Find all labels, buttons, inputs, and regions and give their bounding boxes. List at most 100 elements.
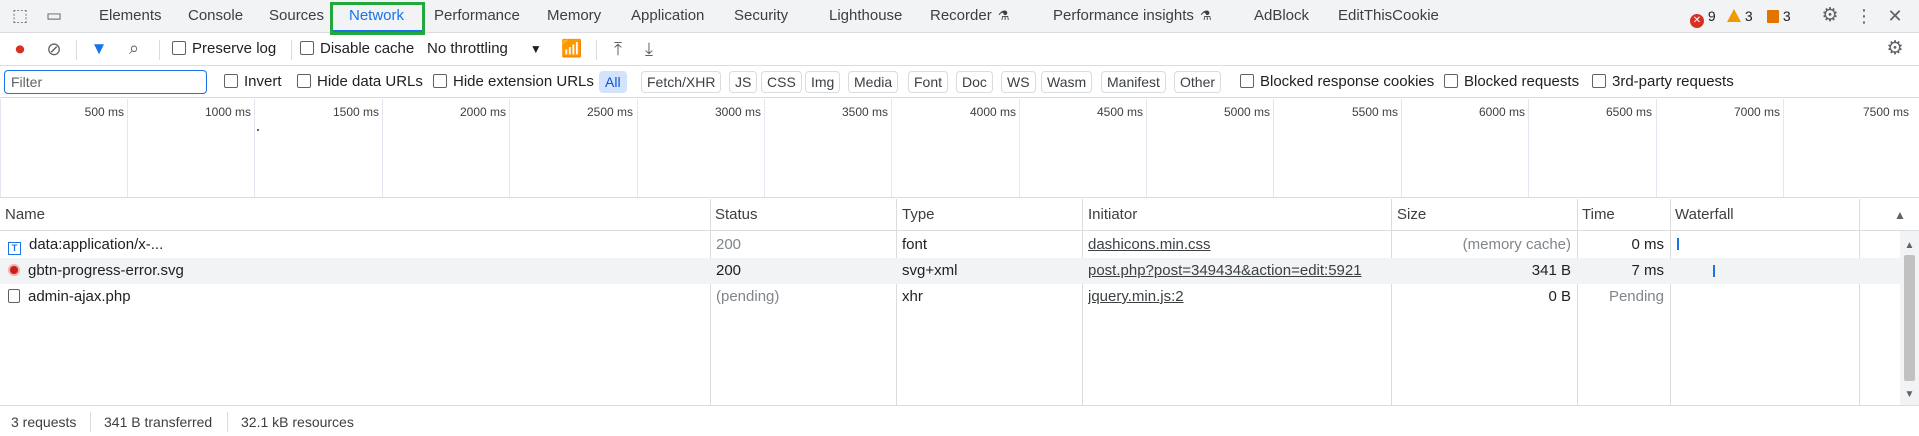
network-overview[interactable]: 500 ms 1000 ms 1500 ms 2000 ms 2500 ms 3… xyxy=(0,99,1919,198)
network-conditions-icon[interactable]: 📶 xyxy=(561,39,583,59)
export-har-icon[interactable]: ⤓ xyxy=(639,39,659,59)
chip-wasm[interactable]: Wasm xyxy=(1041,71,1093,93)
table-row[interactable]: gbtn-progress-error.svg 200 svg+xml post… xyxy=(0,258,1900,284)
header-status[interactable]: Status xyxy=(710,199,758,231)
overview-request-mark xyxy=(257,129,259,131)
throttling-value: No throttling xyxy=(427,40,508,57)
table-row[interactable]: admin-ajax.php (pending) xhr jquery.min.… xyxy=(0,284,1900,310)
chip-doc[interactable]: Doc xyxy=(956,71,993,93)
blocked-response-cookies-checkbox[interactable]: Blocked response cookies xyxy=(1240,73,1434,91)
tab-console[interactable]: Console xyxy=(188,0,243,32)
request-name: admin-ajax.php xyxy=(28,288,131,305)
devtools-tabbar: ⬚ ▭ Elements Console Sources Network Per… xyxy=(0,0,1919,35)
sort-ascending-icon[interactable]: ▲ xyxy=(1891,205,1909,225)
svg-image-icon xyxy=(8,264,20,276)
overview-tick-label: 7500 ms xyxy=(1862,105,1909,119)
status-cell: 200 xyxy=(716,236,742,253)
hide-extension-urls-label: Hide extension URLs xyxy=(453,73,594,90)
header-size[interactable]: Size xyxy=(1392,199,1426,231)
checkbox-box xyxy=(297,74,311,88)
overview-tick-label: 3500 ms xyxy=(841,105,888,119)
blocked-requests-checkbox[interactable]: Blocked requests xyxy=(1444,73,1579,91)
record-stop-icon[interactable]: ⏺ xyxy=(10,39,30,59)
tab-recorder[interactable]: Recorder ⚗ xyxy=(930,0,1009,32)
chip-other[interactable]: Other xyxy=(1174,71,1222,93)
chip-img[interactable]: Img xyxy=(805,71,841,93)
tab-lighthouse[interactable]: Lighthouse xyxy=(829,0,902,32)
chip-css[interactable]: CSS xyxy=(761,71,802,93)
throttling-select[interactable]: No throttling ▼ xyxy=(427,40,542,58)
time-cell: Pending xyxy=(1608,288,1664,305)
header-name[interactable]: Name xyxy=(0,199,45,231)
device-toolbar-icon[interactable]: ▭ xyxy=(44,6,64,26)
header-initiator[interactable]: Initiator xyxy=(1083,199,1137,231)
preserve-log-checkbox[interactable]: Preserve log xyxy=(172,40,276,58)
import-har-icon[interactable]: ⤒ xyxy=(608,39,628,59)
warning-icon xyxy=(1727,9,1741,22)
checkbox-box xyxy=(224,74,238,88)
tab-security[interactable]: Security xyxy=(734,0,788,32)
chip-fetch-xhr[interactable]: Fetch/XHR xyxy=(641,71,722,93)
error-count: 9 xyxy=(1707,8,1716,24)
status-cell: 200 xyxy=(716,262,742,279)
table-row[interactable]: Tdata:application/x-... 200 font dashico… xyxy=(0,232,1900,258)
checkbox-box xyxy=(172,41,186,55)
chip-manifest[interactable]: Manifest xyxy=(1101,71,1166,93)
overview-tick-label: 5500 ms xyxy=(1351,105,1398,119)
chip-media[interactable]: Media xyxy=(848,71,899,93)
tab-performance-insights[interactable]: Performance insights ⚗ xyxy=(1053,0,1212,32)
time-cell: 0 ms xyxy=(1631,236,1664,253)
disable-cache-checkbox[interactable]: Disable cache xyxy=(300,40,414,58)
chip-ws[interactable]: WS xyxy=(1001,71,1036,93)
filter-funnel-icon[interactable]: ▼ xyxy=(89,39,109,59)
issues-counter[interactable]: 3 xyxy=(1767,7,1791,25)
header-time[interactable]: Time xyxy=(1577,199,1615,231)
type-cell: font xyxy=(902,236,928,253)
close-icon[interactable]: ✕ xyxy=(1885,6,1905,26)
inspect-element-icon[interactable]: ⬚ xyxy=(10,6,30,26)
error-counter[interactable]: ✕ 9 xyxy=(1690,7,1716,28)
toolbar-separator xyxy=(291,40,292,60)
tab-application[interactable]: Application xyxy=(631,0,704,32)
request-name-cell[interactable]: gbtn-progress-error.svg xyxy=(8,258,703,284)
clear-icon[interactable]: ⊘ xyxy=(44,39,64,59)
tab-memory[interactable]: Memory xyxy=(547,0,601,32)
scroll-down-arrow-icon[interactable]: ▼ xyxy=(1902,385,1917,405)
hide-extension-urls-checkbox[interactable]: Hide extension URLs xyxy=(433,73,594,91)
request-name-cell[interactable]: Tdata:application/x-... xyxy=(8,232,703,258)
network-settings-gear-icon[interactable]: ⚙ xyxy=(1884,39,1906,59)
settings-gear-icon[interactable]: ⚙ xyxy=(1819,6,1841,26)
tab-performance[interactable]: Performance xyxy=(434,0,520,32)
document-icon xyxy=(8,289,20,303)
overview-tick-label: 500 ms xyxy=(84,105,124,119)
chip-font[interactable]: Font xyxy=(908,71,949,93)
chip-js[interactable]: JS xyxy=(729,71,758,93)
initiator-link[interactable]: jquery.min.js:2 xyxy=(1088,284,1184,310)
size-cell: 0 B xyxy=(1548,288,1571,305)
flask-icon: ⚗ xyxy=(1199,8,1212,23)
tab-sources[interactable]: Sources xyxy=(269,0,324,32)
warning-counter[interactable]: 3 xyxy=(1727,7,1753,25)
tab-editthiscookie[interactable]: EditThisCookie xyxy=(1338,0,1439,32)
request-name: gbtn-progress-error.svg xyxy=(28,262,184,279)
tab-adblock[interactable]: AdBlock xyxy=(1254,0,1309,32)
chip-all[interactable]: All xyxy=(599,71,627,93)
scrollbar-thumb[interactable] xyxy=(1904,255,1915,381)
overview-tick-label: 5000 ms xyxy=(1223,105,1270,119)
filter-input[interactable] xyxy=(4,70,207,94)
initiator-link[interactable]: dashicons.min.css xyxy=(1088,232,1211,258)
search-icon[interactable]: ⌕ xyxy=(124,38,144,58)
hide-data-urls-checkbox[interactable]: Hide data URLs xyxy=(297,73,423,91)
request-count: 3 requests xyxy=(11,414,77,430)
invert-checkbox[interactable]: Invert xyxy=(224,73,282,91)
status-cell: (pending) xyxy=(716,288,780,305)
disable-cache-label: Disable cache xyxy=(320,40,415,57)
more-options-icon[interactable]: ⋮ xyxy=(1854,6,1874,26)
initiator-link[interactable]: post.php?post=349434&action=edit:5921 xyxy=(1088,258,1362,284)
tab-elements[interactable]: Elements xyxy=(99,0,162,32)
third-party-requests-checkbox[interactable]: 3rd-party requests xyxy=(1592,73,1734,91)
header-waterfall[interactable]: Waterfall xyxy=(1670,199,1734,231)
request-name-cell[interactable]: admin-ajax.php xyxy=(8,284,703,310)
scroll-up-arrow-icon[interactable]: ▲ xyxy=(1902,236,1917,256)
header-type[interactable]: Type xyxy=(897,199,935,231)
